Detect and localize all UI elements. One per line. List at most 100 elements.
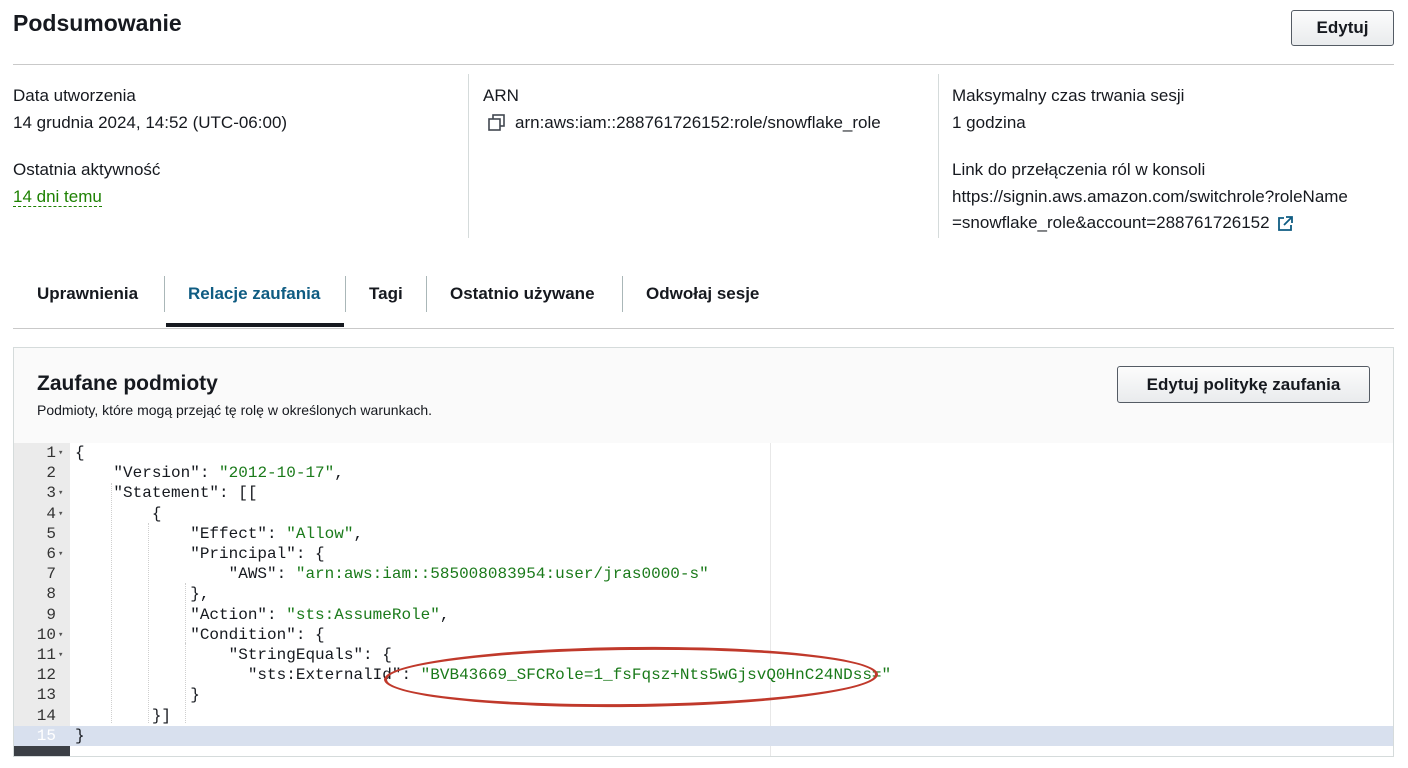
line-number: 6 bbox=[46, 545, 56, 563]
json-punctuation: { bbox=[151, 504, 162, 523]
column-divider bbox=[468, 74, 469, 238]
created-value: 14 grudnia 2024, 14:52 (UTC-06:00) bbox=[13, 113, 288, 132]
json-key: "AWS" bbox=[228, 565, 277, 584]
code-text: "Version": "2012-10-17", bbox=[75, 463, 344, 483]
code-line: 15} bbox=[14, 725, 1393, 746]
json-string-value: "2012-10-17" bbox=[219, 464, 335, 483]
json-punctuation: { bbox=[382, 646, 392, 664]
edit-trust-policy-button[interactable]: Edytuj politykę zaufania bbox=[1117, 366, 1370, 403]
code-line: 5 "Effect": "Allow", bbox=[14, 524, 1393, 544]
code-line: 3 ▾ "Statement": [[ bbox=[14, 483, 1393, 503]
json-separator: : bbox=[267, 605, 287, 624]
created-label: Data utworzenia bbox=[13, 86, 136, 105]
switch-link-line1[interactable]: https://signin.aws.amazon.com/switchrole… bbox=[952, 183, 1348, 211]
json-punctuation: }] bbox=[151, 706, 172, 725]
json-key: "StringEquals" bbox=[228, 646, 364, 664]
code-text: { bbox=[75, 443, 85, 463]
line-number: 3 bbox=[46, 484, 56, 503]
fold-toggle-icon[interactable]: ▾ bbox=[58, 544, 63, 564]
tab-relacje-zaufania[interactable]: Relacje zaufania bbox=[188, 284, 320, 304]
code-text: } bbox=[75, 685, 200, 705]
json-key: "sts:ExternalId" bbox=[247, 666, 402, 685]
policy-code-editor[interactable]: 1 ▾{2 "Version": "2012-10-17", 3 ▾ "Stateme… bbox=[14, 443, 1393, 756]
max-session-label: Maksymalny czas trwania sesji bbox=[952, 86, 1185, 105]
line-number: 13 bbox=[36, 686, 56, 705]
json-separator: : bbox=[295, 625, 316, 644]
json-separator: : bbox=[219, 484, 239, 503]
json-punctuation: [[ bbox=[238, 484, 258, 503]
code-text: "Condition": { bbox=[75, 625, 325, 645]
code-line: 4 ▾ { bbox=[14, 504, 1393, 524]
json-key: "Condition" bbox=[190, 625, 296, 644]
copy-icon[interactable] bbox=[487, 113, 507, 133]
json-key: "Effect" bbox=[190, 524, 268, 543]
json-punctuation: } bbox=[190, 686, 200, 705]
tab-tagi[interactable]: Tagi bbox=[369, 284, 403, 304]
code-line: 10 ▾ "Condition": { bbox=[14, 625, 1393, 645]
max-session-value: 1 godzina bbox=[952, 113, 1026, 132]
fold-toggle-icon[interactable]: ▾ bbox=[58, 443, 63, 463]
code-line: 9 "Action": "sts:AssumeRole", bbox=[14, 605, 1393, 625]
code-text: { bbox=[75, 504, 162, 524]
line-number: 1 bbox=[46, 444, 56, 462]
line-number: 10 bbox=[36, 625, 56, 644]
edit-button[interactable]: Edytuj bbox=[1291, 10, 1394, 46]
code-text: "StringEquals": { bbox=[75, 645, 392, 665]
fold-toggle-icon[interactable]: ▾ bbox=[58, 645, 63, 665]
column-divider bbox=[938, 74, 939, 238]
code-text: }, bbox=[75, 584, 209, 604]
json-punctuation: , bbox=[439, 605, 450, 624]
external-link-icon[interactable] bbox=[1276, 214, 1294, 232]
tab-ostatnio-uzywane[interactable]: Ostatnio używane bbox=[450, 284, 595, 304]
switch-link-line2[interactable]: =snowflake_role&account=288761726152 bbox=[952, 209, 1270, 237]
json-separator: : bbox=[276, 565, 296, 584]
json-string-value: "arn:aws:iam::585008083954:user/jras0000… bbox=[295, 565, 709, 584]
fold-toggle-icon[interactable]: ▾ bbox=[58, 504, 63, 524]
line-number: 5 bbox=[46, 524, 56, 543]
header-divider bbox=[13, 64, 1394, 65]
tabs-divider bbox=[13, 328, 1394, 329]
tab-divider bbox=[345, 276, 346, 312]
json-punctuation: , bbox=[334, 464, 344, 483]
json-key: "Version" bbox=[113, 464, 200, 483]
line-number: 9 bbox=[46, 605, 56, 624]
tab-uprawnienia[interactable]: Uprawnienia bbox=[37, 284, 138, 304]
json-punctuation: } bbox=[75, 726, 85, 745]
fold-toggle-icon[interactable]: ▾ bbox=[58, 483, 63, 503]
code-line: 2 "Version": "2012-10-17", bbox=[14, 463, 1393, 483]
tab-divider bbox=[164, 276, 165, 312]
json-string-value: "sts:AssumeRole" bbox=[286, 605, 440, 624]
code-text: "Effect": "Allow", bbox=[75, 524, 363, 544]
line-number: 4 bbox=[46, 504, 56, 523]
json-punctuation: , bbox=[353, 524, 364, 543]
last-activity-value[interactable]: 14 dni temu bbox=[13, 187, 102, 207]
json-punctuation: { bbox=[75, 444, 85, 462]
indent-guide bbox=[148, 523, 149, 723]
tab-odwolaj-sesje[interactable]: Odwołaj sesje bbox=[646, 284, 759, 304]
line-number: 14 bbox=[36, 706, 56, 725]
code-line: 1 ▾ { bbox=[14, 443, 1393, 463]
line-number: 2 bbox=[46, 464, 56, 483]
json-separator: : bbox=[363, 646, 383, 664]
indent-guide bbox=[111, 483, 112, 723]
code-line: 8 }, bbox=[14, 584, 1393, 604]
line-number: 12 bbox=[36, 666, 56, 685]
json-punctuation: { bbox=[315, 625, 325, 644]
code-line: 6 ▾ "Principal": { bbox=[14, 544, 1393, 564]
tab-divider bbox=[622, 276, 623, 312]
trusted-entities-title: Zaufane podmioty bbox=[37, 372, 218, 395]
json-string-value: "Allow" bbox=[286, 524, 354, 543]
tab-divider bbox=[426, 276, 427, 312]
switch-link-label: Link do przełączenia ról w konsoli bbox=[952, 160, 1206, 179]
code-text: }] bbox=[75, 706, 171, 726]
fold-toggle-icon[interactable]: ▾ bbox=[58, 625, 63, 645]
line-number: 15 bbox=[36, 726, 56, 745]
